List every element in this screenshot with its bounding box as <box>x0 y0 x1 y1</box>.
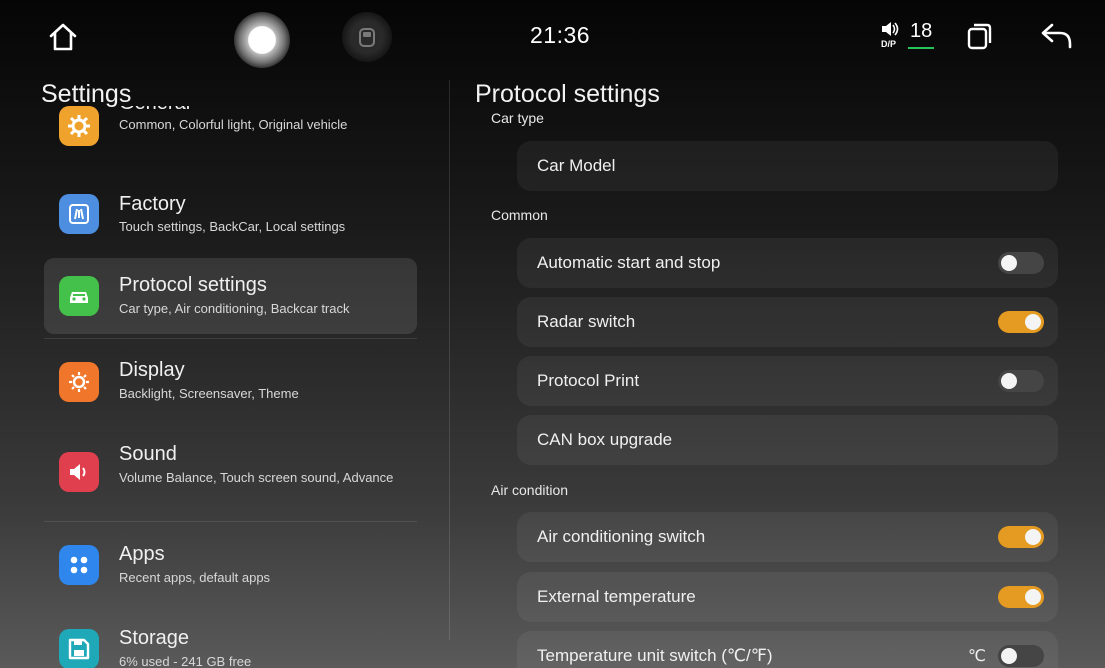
nav-label: Factory <box>119 193 186 215</box>
row-label: Radar switch <box>537 312 636 331</box>
protocol-print-toggle[interactable] <box>998 370 1044 392</box>
recent-apps-icon[interactable] <box>966 22 994 50</box>
nav-subtitle: Volume Balance, Touch screen sound, Adva… <box>119 470 394 485</box>
row-label: Protocol Print <box>537 371 640 390</box>
temperature-unit-toggle[interactable] <box>998 645 1044 667</box>
settings-title: Settings <box>41 80 132 108</box>
nav-item-protocol-settings[interactable]: Protocol settings Car type, Air conditio… <box>44 258 417 334</box>
nav-label: Sound <box>119 443 177 465</box>
car-view-button[interactable] <box>342 12 392 62</box>
speaker-dsp-icon[interactable]: D/P <box>880 21 902 49</box>
section-label-common: Common <box>491 207 548 223</box>
nav-subtitle: Car type, Air conditioning, Backcar trac… <box>119 301 350 316</box>
air-conditioning-switch-row[interactable]: Air conditioning switch <box>517 512 1058 562</box>
section-label-air-condition: Air condition <box>491 482 569 498</box>
section-label-car-type: Car type <box>491 110 544 126</box>
can-box-upgrade-row[interactable]: CAN box upgrade <box>517 415 1058 465</box>
nav-label: Display <box>119 359 185 381</box>
nav-label: Storage <box>119 627 190 649</box>
car-model-row[interactable]: Car Model <box>517 141 1058 191</box>
pane-divider <box>449 80 450 640</box>
nav-item-general[interactable]: General Common, Colorful light, Original… <box>44 106 417 164</box>
row-label: Air conditioning switch <box>537 527 706 546</box>
car-icon <box>59 276 99 316</box>
automatic-start-stop-row[interactable]: Automatic start and stop <box>517 238 1058 288</box>
temperature-unit-value: ℃ <box>968 648 986 665</box>
settings-category-list[interactable]: General Common, Colorful light, Original… <box>44 106 417 668</box>
protocol-print-row[interactable]: Protocol Print <box>517 356 1058 406</box>
nav-label: General <box>119 106 190 115</box>
air-conditioning-toggle[interactable] <box>998 526 1044 548</box>
factory-icon <box>59 194 99 234</box>
row-label: Temperature unit switch (℃/℉) <box>537 646 773 665</box>
nav-item-factory[interactable]: Factory Touch settings, BackCar, Local s… <box>44 181 417 257</box>
external-temperature-toggle[interactable] <box>998 586 1044 608</box>
protocol-settings-list[interactable]: Car type Car Model Common Automatic star… <box>475 106 1075 668</box>
nav-item-storage[interactable]: Storage 6% used - 241 GB free <box>44 611 417 668</box>
radar-switch-toggle[interactable] <box>998 311 1044 333</box>
nav-item-display[interactable]: Display Backlight, Screensaver, Theme <box>44 344 417 420</box>
temperature-unit-row[interactable]: Temperature unit switch (℃/℉) ℃ <box>517 631 1058 668</box>
nav-item-apps[interactable]: Apps Recent apps, default apps <box>44 528 417 604</box>
nav-subtitle: Recent apps, default apps <box>119 570 271 585</box>
page-title: Protocol settings <box>475 80 660 108</box>
screen: 21:36 D/P 18 Settings Common, Colorful l… <box>0 0 1105 668</box>
clock: 21:36 <box>530 22 591 48</box>
car-icon <box>359 28 375 47</box>
row-label: Automatic start and stop <box>537 253 721 272</box>
nav-label: Apps <box>119 543 165 565</box>
svg-text:D/P: D/P <box>881 39 896 49</box>
row-label: External temperature <box>537 587 696 606</box>
divider <box>44 521 417 522</box>
nav-subtitle: Common, Colorful light, Original vehicle <box>119 117 348 132</box>
divider <box>44 338 417 339</box>
brightness-icon <box>59 362 99 402</box>
nav-subtitle: Backlight, Screensaver, Theme <box>119 386 299 401</box>
status-bar: 21:36 D/P 18 <box>0 0 1105 72</box>
save-disk-icon <box>59 629 99 668</box>
back-icon[interactable] <box>1040 22 1074 50</box>
nav-label: Protocol settings <box>119 274 267 296</box>
speaker-icon <box>59 452 99 492</box>
voice-assistant-button[interactable] <box>234 12 290 68</box>
volume-level[interactable]: 18 <box>910 20 932 43</box>
home-icon[interactable] <box>46 20 80 54</box>
nav-subtitle: 6% used - 241 GB free <box>119 654 252 668</box>
gear-icon <box>59 106 99 146</box>
row-label: Car Model <box>537 156 616 175</box>
apps-grid-icon <box>59 545 99 585</box>
volume-underline <box>908 47 934 49</box>
external-temperature-row[interactable]: External temperature <box>517 572 1058 622</box>
automatic-start-stop-toggle[interactable] <box>998 252 1044 274</box>
nav-item-sound[interactable]: Sound Volume Balance, Touch screen sound… <box>44 428 417 504</box>
row-label: CAN box upgrade <box>537 430 673 449</box>
nav-subtitle: Touch settings, BackCar, Local settings <box>119 219 346 234</box>
radar-switch-row[interactable]: Radar switch <box>517 297 1058 347</box>
